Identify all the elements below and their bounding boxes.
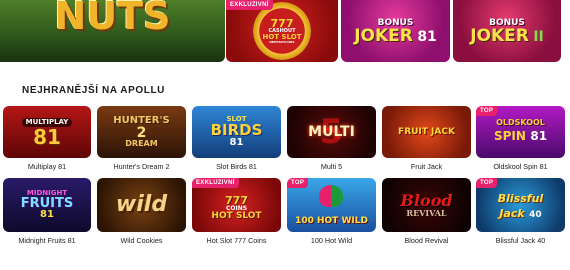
game-title[interactable]: Hunter's Dream 2 [97, 162, 186, 171]
game-art-spin: SPIN [493, 129, 526, 143]
game-art: Blood REVIVAL [400, 191, 453, 218]
game-title[interactable]: Hot Slot 777 Coins [192, 236, 281, 245]
game-tile-slot-birds-81[interactable]: SLOT BIRDS 81 [192, 106, 281, 158]
game-title[interactable]: Wild Cookies [97, 236, 186, 245]
game-title[interactable]: Oldskool Spin 81 [476, 162, 565, 171]
game-tile-hunters-dream-2[interactable]: HUNTER'S 2 DREAM [97, 106, 186, 158]
game-art-jack-line: Jack 40 [499, 204, 541, 222]
game-art-joker-line: JOKER II [470, 25, 544, 46]
game-art-number: 81 [229, 137, 244, 148]
game-art-number: 40 [529, 209, 542, 220]
game-art-title: wild [115, 192, 168, 217]
game-art-title: 100 HOT WILD [295, 216, 368, 226]
game-title[interactable]: Multiplay 81 [3, 162, 91, 171]
game-art-number: 2 [136, 125, 147, 141]
game-art: MULTIPLAY 81 [21, 117, 73, 149]
game-title[interactable]: Multi 5 [287, 162, 376, 171]
jester-icon [319, 185, 343, 207]
game-art: MIDNIGHT FRUITS 81 [21, 190, 74, 220]
game-art-joker: JOKER [470, 25, 529, 46]
game-art: 777 CASHOUT HOT SLOT DEPOSITCOINS [253, 2, 311, 60]
top-badge: TOP [476, 106, 498, 116]
game-art-hot-slot: HOT SLOT [211, 211, 262, 221]
game-art-title: OLDSKOOL [496, 118, 545, 127]
game-tile-wild-cookies[interactable]: wild [97, 178, 186, 232]
game-art-number: II [533, 28, 544, 45]
game-art-sub: DEPOSITCOINS [269, 40, 295, 44]
featured-game-bonus-joker-ii[interactable]: BONUS JOKER II [453, 0, 561, 62]
game-title[interactable]: Slot Birds 81 [192, 162, 281, 171]
game-art-joker: JOKER [354, 25, 413, 46]
game-art-spin-line: SPIN 81 [494, 127, 547, 145]
game-art-title: NUTS [54, 0, 171, 38]
section-title: NEJHRANĚJŠÍ NA APOLLU [22, 85, 165, 96]
featured-game-777-cashout[interactable]: EXKLUZIVNÍ 777 CASHOUT HOT SLOT DEPOSITC… [226, 0, 338, 62]
game-tile-multi-5[interactable]: 5 MULTI [287, 106, 376, 158]
featured-game-nuts[interactable]: NUTS [0, 0, 225, 62]
exclusive-badge: EXKLUZIVNÍ [226, 0, 273, 10]
game-art: 5 MULTI [308, 115, 355, 149]
game-art-number: 81 [40, 209, 54, 220]
game-art-number: 81 [33, 124, 61, 149]
game-art: SLOT BIRDS 81 [211, 116, 263, 148]
game-art-title: BIRDS [210, 121, 263, 139]
game-title[interactable]: Fruit Jack [382, 162, 471, 171]
top-badge: TOP [287, 178, 309, 188]
game-art: 777 COINS HOT SLOT [211, 195, 261, 221]
exclusive-badge: EXKLUZIVNÍ [192, 178, 239, 188]
game-tile-hot-slot-777-coins[interactable]: EXKLUZIVNÍ 777 COINS HOT SLOT [192, 178, 281, 232]
game-tile-oldskool-spin-81[interactable]: TOP OLDSKOOL SPIN 81 [476, 106, 565, 158]
game-art-joker-line: JOKER 81 [354, 25, 437, 46]
game-tile-multiplay-81[interactable]: MULTIPLAY 81 [3, 106, 91, 158]
game-art-title: FRUIT JACK [398, 126, 455, 137]
game-art: Blissful Jack 40 [498, 193, 543, 222]
top-badge: TOP [476, 178, 498, 188]
game-art-number: 81 [417, 28, 437, 45]
game-title[interactable]: 100 Hot Wild [287, 236, 376, 245]
game-art: HUNTER'S 2 DREAM [113, 116, 169, 148]
game-tile-100-hot-wild[interactable]: TOP 100 HOT WILD [287, 178, 376, 232]
featured-game-bonus-joker-81[interactable]: BONUS JOKER 81 [341, 0, 450, 62]
game-art-title: Blissful [497, 191, 544, 205]
game-art-sub: DREAM [125, 139, 158, 148]
game-tile-midnight-fruits-81[interactable]: MIDNIGHT FRUITS 81 [3, 178, 91, 232]
game-art-sub: REVIVAL [406, 208, 447, 218]
game-title[interactable]: Blood Revival [382, 236, 471, 245]
game-tile-blood-revival[interactable]: Blood REVIVAL [382, 178, 471, 232]
game-art-title: Blood [400, 191, 453, 210]
game-art: BONUS JOKER 81 [354, 18, 437, 46]
game-art-title: MULTI [308, 124, 355, 140]
game-title[interactable]: Midnight Fruits 81 [3, 236, 91, 245]
game-art: BONUS JOKER II [470, 18, 544, 46]
game-title[interactable]: Blissful Jack 40 [476, 236, 565, 245]
game-art: OLDSKOOL SPIN 81 [494, 119, 547, 145]
game-tile-fruit-jack[interactable]: FRUIT JACK [382, 106, 471, 158]
game-art-jack: Jack [499, 206, 525, 220]
game-art-number: 81 [530, 129, 548, 143]
game-tile-blissful-jack-40[interactable]: TOP Blissful Jack 40 [476, 178, 565, 232]
